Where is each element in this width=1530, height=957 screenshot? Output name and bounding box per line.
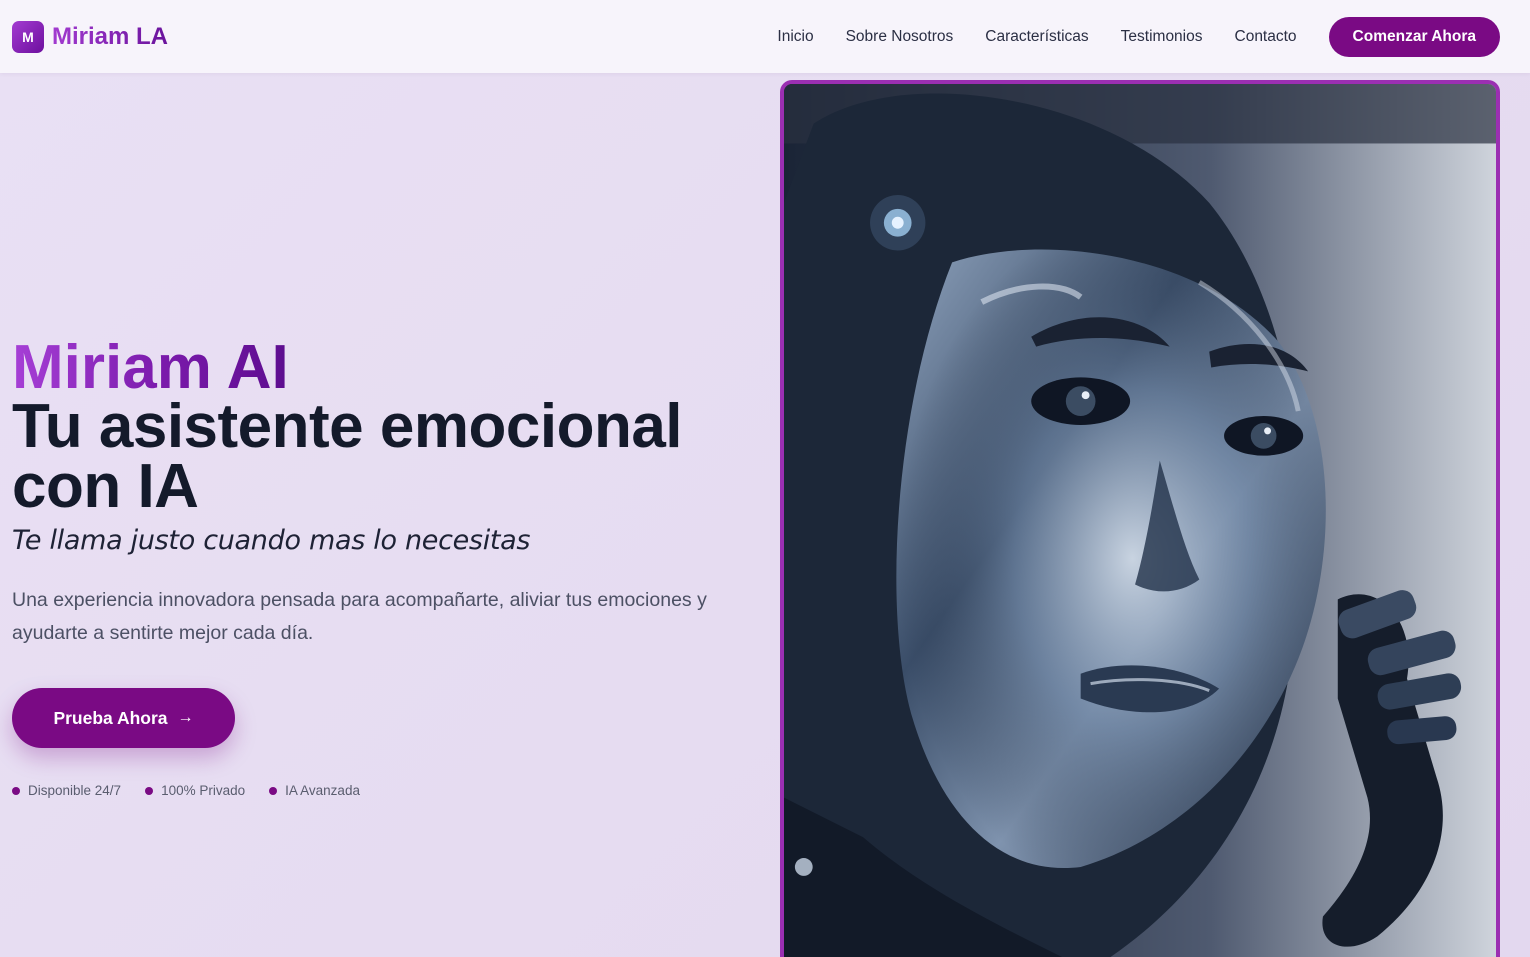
nav-link-inicio[interactable]: Inicio [777,28,813,46]
nav-link-caracteristicas[interactable]: Características [985,28,1088,46]
navbar: M Miriam LA Inicio Sobre Nosotros Caract… [0,0,1530,73]
brand-logo-link[interactable]: M Miriam LA [12,20,169,53]
badge-label: 100% Privado [161,783,246,798]
hero-description: Una experiencia innovadora pensada para … [12,589,707,644]
feature-badges: Disponible 24/7 100% Privado IA Avanzada [12,783,752,798]
nav-links: Inicio Sobre Nosotros Características Te… [777,16,1500,57]
comenzar-ahora-button[interactable]: Comenzar Ahora [1328,16,1500,57]
logo-badge-icon: M [12,20,44,53]
hero-robot-image [780,80,1500,957]
bullet-dot-icon [12,786,20,795]
badge-label: IA Avanzada [285,783,360,798]
robot-face-illustration [784,84,1496,957]
nav-link-testimonios[interactable]: Testimonios [1121,28,1203,46]
arrow-right-icon: → [177,709,194,726]
badge-disponible: Disponible 24/7 [12,783,121,798]
badge-privado: 100% Privado [145,783,245,798]
badge-label: Disponible 24/7 [28,783,122,798]
hero-content: Miriam AI Tu asistente emocional con IA … [12,335,752,798]
prueba-ahora-label: Prueba Ahora [53,707,168,728]
hero-title: Tu asistente emocional con IA [12,392,683,521]
bullet-dot-icon [145,786,154,795]
brand-name: Miriam LA [52,22,169,50]
bullet-dot-icon [269,786,278,795]
nav-link-contacto[interactable]: Contacto [1235,28,1297,46]
landing-page: M Miriam LA Inicio Sobre Nosotros Caract… [0,0,1530,957]
nav-link-sobre-nosotros[interactable]: Sobre Nosotros [846,28,954,46]
prueba-ahora-button[interactable]: Prueba Ahora → [12,688,235,748]
hero-tagline: Te llama justo cuando mas lo necesitas [12,525,531,556]
badge-ia-avanzada: IA Avanzada [269,783,360,798]
